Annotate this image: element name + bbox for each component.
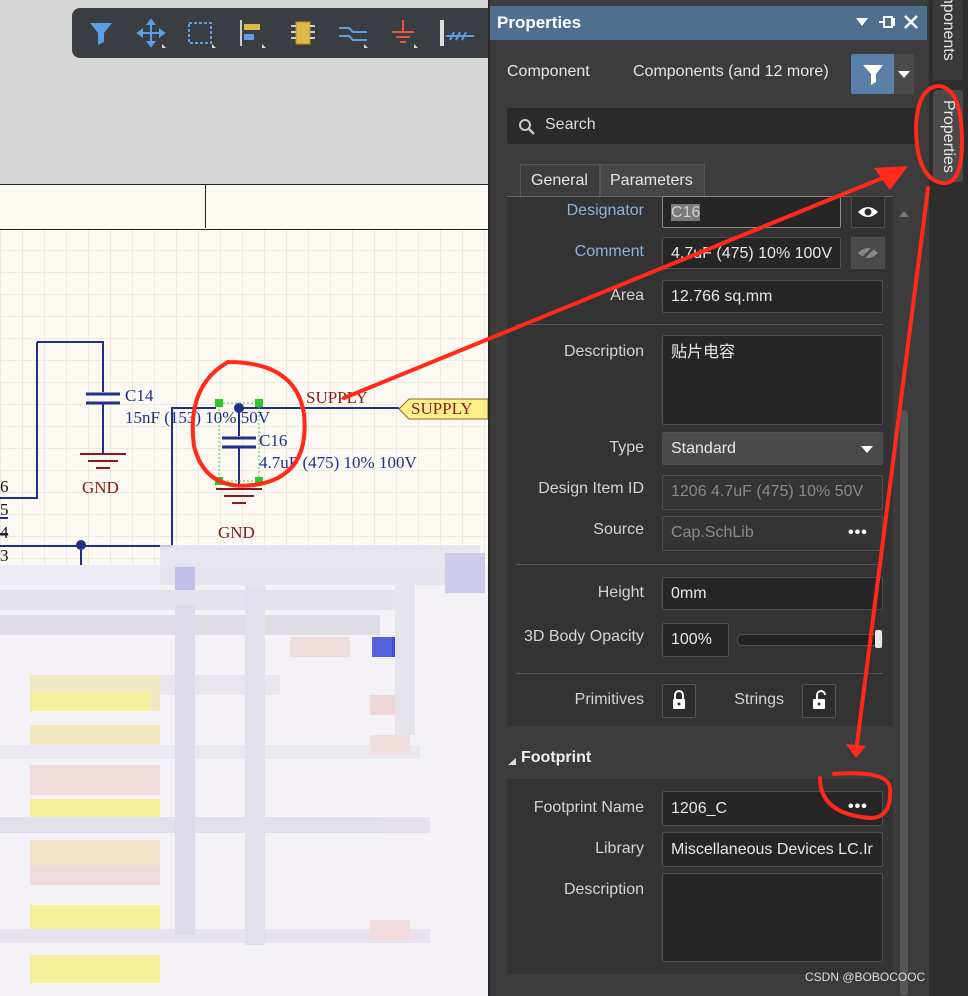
- watermark: CSDN @BOBOCOOC: [805, 970, 926, 984]
- red-annotation-overlay: [190, 84, 965, 821]
